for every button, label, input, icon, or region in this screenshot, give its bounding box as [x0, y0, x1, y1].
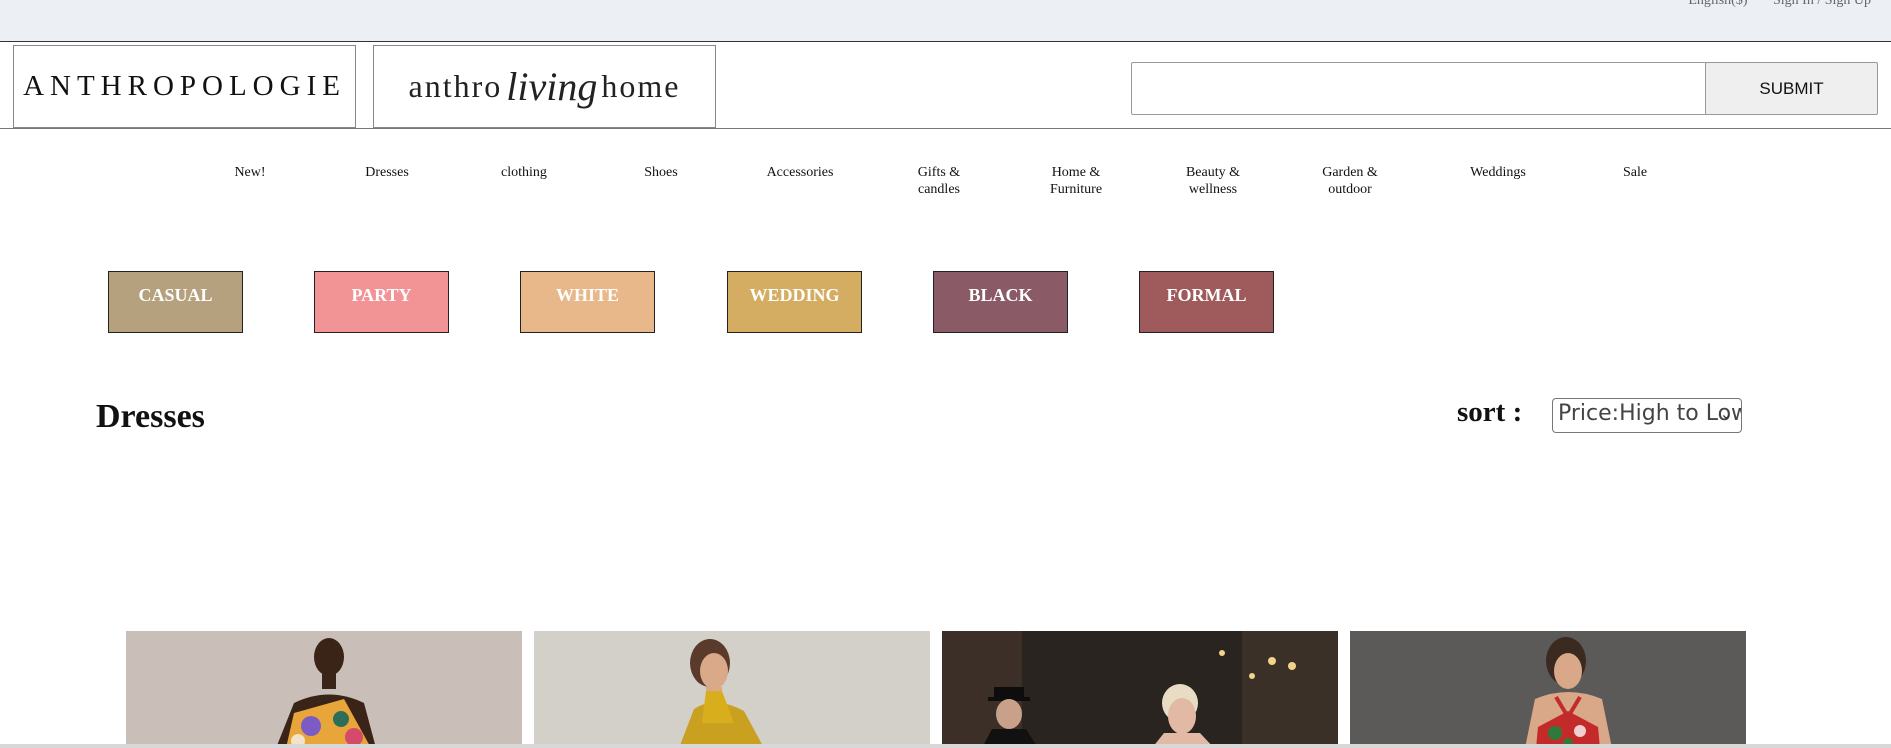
logo-living-left: anthro [408, 68, 503, 104]
product-card[interactable] [1350, 631, 1746, 748]
product-grid [126, 631, 1746, 748]
product-card[interactable] [942, 631, 1338, 748]
filter-wedding[interactable]: WEDDING [727, 271, 862, 333]
filter-formal[interactable]: FORMAL [1139, 271, 1274, 333]
filter-white[interactable]: WHITE [520, 271, 655, 333]
product-image-floral-dress [126, 631, 522, 748]
filter-black[interactable]: BLACK [933, 271, 1068, 333]
product-image-mustard-dress [534, 631, 930, 748]
site-header: ANTHROPOLOGIE anthro living home SUBMIT [0, 43, 1891, 129]
sort-label: sort : [1457, 396, 1523, 428]
nav-item-dresses[interactable]: Dresses [327, 164, 447, 181]
product-image-floral-top [1350, 631, 1746, 748]
utility-links: English($) Sign In / Sign Up [1666, 0, 1871, 9]
nav-item-beauty[interactable]: Beauty & wellness [1180, 164, 1246, 198]
horizontal-scrollbar[interactable] [0, 744, 1891, 748]
submit-button[interactable]: SUBMIT [1705, 62, 1878, 115]
signin-link[interactable]: Sign In / Sign Up [1773, 0, 1871, 8]
sort-selected-value: Price:High to Low [1558, 401, 1742, 426]
anthroliving-logo[interactable]: anthro living home [373, 45, 716, 128]
nav-item-new[interactable]: New! [190, 164, 310, 181]
logo-living-right: home [601, 68, 681, 104]
product-card[interactable] [534, 631, 930, 748]
nav-item-weddings[interactable]: Weddings [1438, 164, 1558, 181]
language-selector[interactable]: English($) [1688, 0, 1747, 8]
chevron-down-icon: ⌄ [1719, 404, 1733, 423]
product-image-street-scene [942, 631, 1338, 748]
nav-item-garden[interactable]: Garden & outdoor [1317, 164, 1383, 198]
nav-item-home[interactable]: Home & Furniture [1043, 164, 1109, 198]
filter-party[interactable]: PARTY [314, 271, 449, 333]
sort-select[interactable]: Price:High to Low ⌄ [1552, 398, 1742, 433]
nav-item-clothing[interactable]: clothing [464, 164, 584, 181]
nav-item-shoes[interactable]: Shoes [601, 164, 721, 181]
nav-item-accessories[interactable]: Accessories [740, 164, 860, 181]
product-card[interactable] [126, 631, 522, 748]
nav-item-sale[interactable]: Sale [1575, 164, 1695, 181]
search-input[interactable] [1131, 62, 1707, 115]
nav-item-gifts[interactable]: Gifts & candles [909, 164, 969, 198]
page-title: Dresses [96, 398, 205, 435]
filter-casual[interactable]: CASUAL [108, 271, 243, 333]
anthropologie-logo[interactable]: ANTHROPOLOGIE [13, 45, 356, 128]
top-utility-bar: English($) Sign In / Sign Up [0, 0, 1891, 42]
logo-living-script: living [506, 64, 598, 109]
